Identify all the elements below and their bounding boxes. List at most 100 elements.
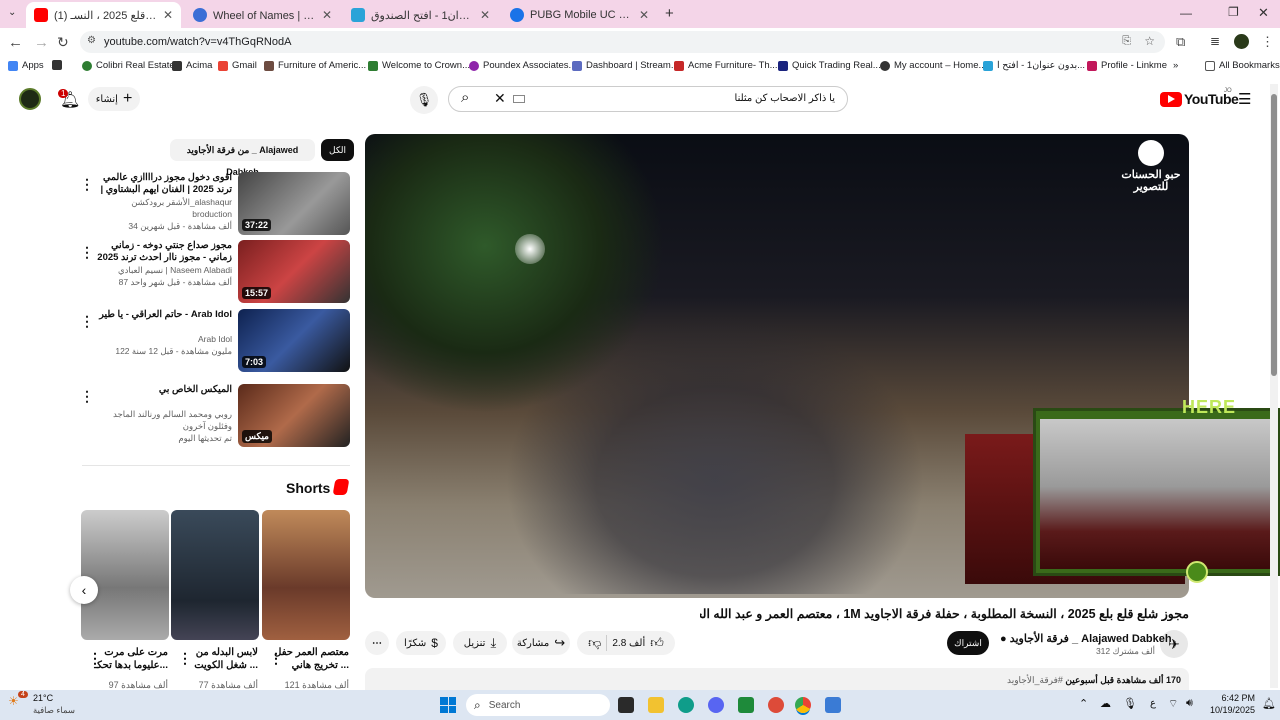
remote-desktop-icon[interactable]	[825, 697, 841, 713]
bookmark-star-icon[interactable]: ☆	[1144, 34, 1155, 48]
new-tab-icon[interactable]: +	[665, 5, 674, 22]
video-thumbnail[interactable]: ميكس	[238, 384, 350, 447]
onedrive-icon[interactable]: ☁	[1100, 697, 1111, 710]
clear-search-icon[interactable]: ✕	[494, 90, 506, 107]
channel-name[interactable]: ● فرقة الأجاويد _ Alajawed Dabkeh	[1000, 632, 1172, 645]
thanks-button[interactable]: شكرًا $	[396, 631, 446, 655]
notification-center-icon[interactable]: 🔔︎	[1262, 697, 1276, 710]
close-icon[interactable]: ✕	[163, 8, 173, 22]
video-title[interactable]: الميكس الخاص بي	[92, 384, 232, 408]
close-icon[interactable]: ✕	[322, 8, 332, 22]
voice-search-icon[interactable]: 🎙︎	[410, 86, 438, 114]
windows-start-icon[interactable]	[440, 697, 456, 713]
download-button[interactable]: تنزيل ⤓	[453, 631, 507, 655]
more-actions-icon[interactable]: ⋮	[80, 176, 94, 193]
dislike-icon[interactable]: 👎︎	[588, 635, 601, 651]
microphone-icon[interactable]: 🎙︎	[1123, 697, 1137, 710]
task-view-icon[interactable]	[618, 697, 634, 713]
bookmark-linkme[interactable]: Profile - Linkme	[1087, 60, 1167, 71]
short-thumbnail[interactable]	[171, 510, 259, 640]
more-bookmarks-icon[interactable]: »	[1173, 60, 1178, 71]
reload-icon[interactable]: ↻	[57, 34, 69, 51]
video-thumbnail[interactable]: 37:22	[238, 172, 350, 235]
more-actions-icon[interactable]: ⋮	[178, 650, 192, 667]
bookmark-box[interactable]: بدون عنوان1 - افتح ا...	[983, 60, 1085, 71]
video-title[interactable]: اقوى دخول مجوز دراااازي عالمي ترند 2025 …	[92, 172, 232, 196]
close-window-icon[interactable]: ✕	[1258, 5, 1269, 21]
sidebar-video[interactable]: 15:57 مجوز صداع جنتي دوخه - زماني زماني …	[80, 240, 350, 306]
video-title[interactable]: مجوز صداع جنتي دوخه - زماني زماني - مجوز…	[92, 240, 232, 264]
keyboard-icon[interactable]	[513, 95, 525, 103]
more-actions-icon[interactable]: ⋮	[80, 388, 94, 405]
tab-list-icon[interactable]: ⌄	[8, 7, 16, 18]
bookmark-quick-trading[interactable]: Quick Trading Real...	[778, 60, 881, 71]
video-thumbnail[interactable]: 15:57	[238, 240, 350, 303]
share-button[interactable]: مشاركة ↪	[512, 631, 570, 655]
bookmark-furniture[interactable]: Furniture of Americ...	[264, 60, 366, 71]
sidebar-video[interactable]: 37:22 اقوى دخول مجوز دراااازي عالمي ترند…	[80, 172, 350, 238]
more-actions-icon[interactable]: ⋮	[88, 650, 102, 667]
media-control-icon[interactable]: ≣	[1210, 34, 1220, 48]
description-box[interactable]: 170 ألف مشاهدة قبل أسبوعين #فرقة_الأجاوي…	[365, 668, 1189, 690]
system-tray-chevron-icon[interactable]: ⌃	[1079, 697, 1088, 710]
edge-icon[interactable]	[678, 697, 694, 713]
bookmark-grid[interactable]	[52, 60, 62, 70]
weather-icon[interactable]: ☀	[8, 694, 19, 708]
tab-box[interactable]: بدون عنوان1 - افتح الصندوق ✕	[343, 2, 498, 28]
file-explorer-icon[interactable]	[648, 697, 664, 713]
bookmark-dashboard[interactable]: Dashboard | Stream...	[572, 60, 679, 71]
address-bar[interactable]: ⚙ youtube.com/watch?v=v4ThGqRNodA ⎘ ☆	[80, 31, 1165, 53]
tab-wheel[interactable]: Wheel of Names | سم العشوائي ✕	[185, 2, 340, 28]
install-app-icon[interactable]: ⎘	[1122, 35, 1131, 48]
minimize-icon[interactable]: —	[1180, 6, 1192, 20]
short-thumbnail[interactable]	[262, 510, 350, 640]
profile-avatar-icon[interactable]	[1234, 34, 1249, 49]
channel-name[interactable]: نسيم العبادي | Naseem Alabadi	[92, 264, 232, 276]
forward-icon[interactable]: →	[34, 34, 49, 51]
site-info-icon[interactable]: ⚙	[87, 35, 96, 46]
bookmark-acme[interactable]: Acme Furniture- Th...	[674, 60, 778, 71]
bookmark-apps[interactable]: Apps	[8, 60, 44, 71]
bookmark-gmail[interactable]: Gmail	[218, 60, 257, 71]
chip-from-channel[interactable]: من فرقة الأجاويد _ Alajawed Dabkeh	[170, 139, 315, 177]
all-bookmarks[interactable]: All Bookmarks	[1205, 60, 1280, 71]
bookmark-my-account[interactable]: My account – Home...	[880, 60, 986, 71]
tab-youtube[interactable]: (1) مجوز شلع قلع 2025 ، النسـ... ✕	[26, 2, 181, 28]
clock-date[interactable]: 10/19/2025	[1200, 705, 1255, 715]
hamburger-menu-icon[interactable]: ☰	[1238, 90, 1251, 108]
create-button[interactable]: إنشاء +	[88, 87, 140, 111]
volume-icon[interactable]: 🔊︎	[1186, 697, 1193, 710]
more-actions-button[interactable]: ⋯	[365, 631, 389, 655]
subscribe-button[interactable]: اشتراك	[947, 631, 989, 655]
taskbar-search-box[interactable]: ⌕ Search	[466, 694, 610, 716]
chrome-icon[interactable]	[795, 697, 811, 713]
weather-temp[interactable]: 21°C	[33, 693, 53, 703]
more-actions-icon[interactable]: ⋮	[269, 650, 283, 667]
xbox-icon[interactable]	[738, 697, 754, 713]
chrome-alt-icon[interactable]	[768, 697, 784, 713]
shorts-prev-button[interactable]: ‹	[70, 576, 98, 604]
more-actions-icon[interactable]: ⋮	[80, 244, 94, 261]
bookmark-colibri[interactable]: Colibri Real Estate	[82, 60, 175, 71]
video-thumbnail[interactable]: 7:03	[238, 309, 350, 372]
hashtag-link[interactable]: #فرقة_الأجاويد	[1007, 675, 1063, 685]
wifi-icon[interactable]: ⌔	[1168, 697, 1178, 711]
like-icon[interactable]: 👍︎	[650, 635, 664, 651]
clock-time[interactable]: 6:42 PM	[1205, 693, 1255, 703]
menu-kebab-icon[interactable]: ⋮	[1261, 34, 1274, 50]
page-scrollbar[interactable]	[1270, 84, 1278, 688]
scrollbar-thumb[interactable]	[1271, 94, 1277, 376]
close-icon[interactable]: ✕	[639, 8, 649, 22]
channel-name[interactable]: الأشقر برودكشن_alashaqur broduction	[92, 196, 232, 220]
search-icon[interactable]: ⌕	[461, 89, 469, 106]
sidebar-video[interactable]: 7:03 حاتم العراقي - يا طير - Arab Idol Ar…	[80, 309, 350, 375]
tab-pubg[interactable]: PUBG Mobile UC Saudi Arabia |... ✕	[502, 2, 657, 28]
chip-all[interactable]: الكل	[321, 139, 355, 161]
account-avatar[interactable]	[19, 88, 41, 110]
bookmark-acima[interactable]: Acima	[172, 60, 212, 71]
back-icon[interactable]: ←	[8, 34, 23, 51]
video-title[interactable]: حاتم العراقي - يا طير - Arab Idol	[92, 309, 232, 333]
language-indicator[interactable]: ع	[1150, 698, 1156, 709]
bookmark-crown[interactable]: Welcome to Crown...	[368, 60, 470, 71]
short-thumbnail[interactable]	[81, 510, 169, 640]
